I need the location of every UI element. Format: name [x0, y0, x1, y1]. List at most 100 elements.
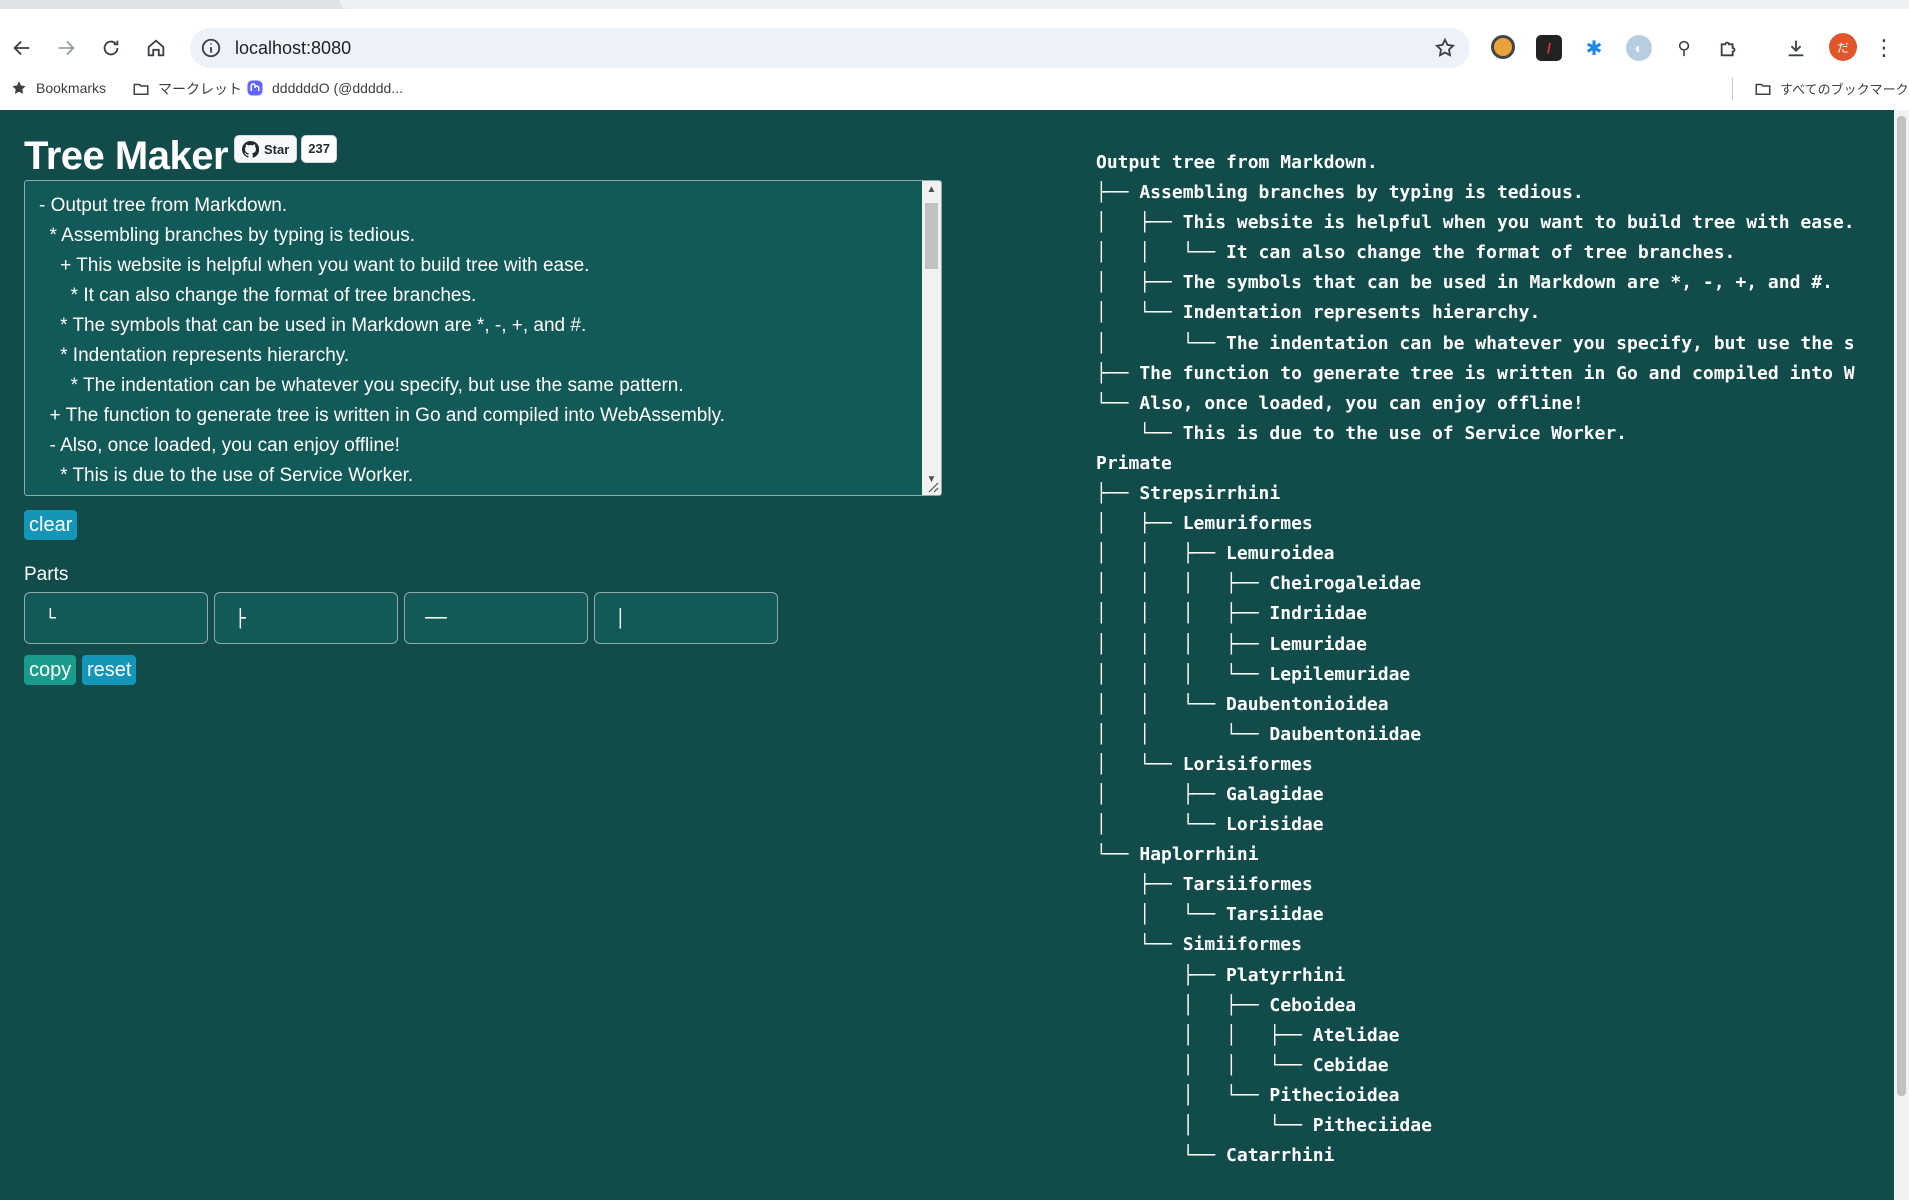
part-last-branch-input[interactable]: [25, 593, 207, 643]
part-last-branch-field[interactable]: [24, 592, 208, 644]
bookmark-bookmarks[interactable]: Bookmarks: [10, 79, 106, 97]
folder-icon: [1755, 83, 1771, 95]
part-horizontal-field[interactable]: [404, 592, 588, 644]
bookmark-label: すべてのブックマーク: [1780, 82, 1909, 97]
tree-output-line: └── Also, once loaded, you can enjoy off…: [1096, 392, 1584, 414]
bookmark-label: ddddddO (@ddddd...: [272, 80, 403, 96]
tree-output-line: │ │ └── It can also change the format of…: [1096, 242, 1736, 264]
url-text[interactable]: localhost:8080: [235, 38, 351, 59]
part-horizontal-input[interactable]: [405, 593, 587, 643]
tree-output-line: │ │ └── Cebidae: [1096, 1054, 1389, 1076]
tree-output-line: │ ├── This website is helpful when you w…: [1096, 212, 1855, 234]
tree-output-line: └── Simiiformes: [1096, 934, 1302, 956]
github-star-button[interactable]: Star: [234, 135, 298, 163]
bookmarks-separator: [1732, 78, 1733, 100]
tree-output-line: │ │ └── Daubentonioidea: [1096, 693, 1389, 715]
tree-output-line: │ ├── Ceboidea: [1096, 994, 1357, 1016]
part-branch-input[interactable]: [215, 593, 397, 643]
tree-output-line: │ ├── Galagidae: [1096, 783, 1324, 805]
markdown-line: * It can also change the format of tree …: [39, 285, 477, 306]
tree-output-line: │ └── Tarsiidae: [1096, 904, 1324, 926]
markdown-input[interactable]: - Output tree from Markdown. * Assemblin…: [24, 180, 942, 496]
tree-output-line: │ ├── The symbols that can be used in Ma…: [1096, 272, 1833, 294]
tree-output-line: ├── Tarsiiformes: [1096, 874, 1313, 896]
tree-output-line: ├── The function to generate tree is wri…: [1096, 362, 1855, 384]
extension-globe-icon[interactable]: ◐: [1626, 35, 1652, 61]
copy-button[interactable]: copy: [24, 655, 77, 685]
tree-output-line: │ └── Pitheciidae: [1096, 1115, 1432, 1136]
page-scrollbar[interactable]: [1894, 110, 1909, 1200]
tree-output-line: │ └── Lorisidae: [1096, 814, 1324, 836]
tree-output-line: │ │ │ ├── Cheirogaleidae: [1096, 573, 1422, 595]
tree-output-line: │ │ │ ├── Lemuridae: [1096, 633, 1367, 655]
github-star-widget: Star 237: [234, 135, 337, 163]
tree-output-line: │ └── Pithecioidea: [1096, 1084, 1400, 1106]
tree-output-line: ├── Assembling branches by typing is ted…: [1096, 182, 1584, 204]
reset-button[interactable]: reset: [82, 655, 137, 685]
tree-output-line: │ │ │ ├── Indriidae: [1096, 603, 1367, 625]
bookmark-label: Bookmarks: [36, 80, 107, 96]
tree-output-line: │ │ ├── Atelidae: [1096, 1024, 1400, 1046]
markdown-line: - Output tree from Markdown.: [39, 195, 288, 216]
part-vertical-field[interactable]: [594, 592, 778, 644]
markdown-line: * The symbols that can be used in Markdo…: [39, 315, 587, 336]
tree-output-line: └── Haplorrhini: [1096, 844, 1259, 866]
extension-record-icon[interactable]: [1491, 35, 1515, 59]
tree-output-line: ├── Strepsirrhini: [1096, 483, 1281, 505]
markdown-line: - Also, once loaded, you can enjoy offli…: [39, 435, 400, 456]
page-scrollbar-thumb[interactable]: [1897, 116, 1906, 1096]
back-icon[interactable]: [5, 31, 39, 65]
tree-output-line: ├── Platyrrhini: [1096, 964, 1346, 986]
site-info-icon[interactable]: [200, 37, 222, 59]
scrollbar-thumb[interactable]: [925, 203, 938, 269]
markdown-line: * This is due to the use of Service Work…: [39, 465, 414, 486]
browser-toolbar: localhost:8080 / ✱ ◐ ⚲ だ ⋮: [0, 9, 1909, 68]
tree-output-line: │ └── Indentation represents hierarchy.: [1096, 302, 1541, 324]
extensions-puzzle-icon[interactable]: [1716, 35, 1742, 61]
tree-output-line: Output tree from Markdown.: [1096, 152, 1378, 173]
bookmark-mastodon[interactable]: ddddddO (@ddddd...: [246, 79, 403, 97]
part-vertical-input[interactable]: [595, 593, 777, 643]
github-star-count[interactable]: 237: [301, 135, 337, 163]
tree-output-line: │ │ │ └── Lepilemuridae: [1096, 663, 1411, 685]
markdown-line: + This website is helpful when you want …: [39, 255, 590, 276]
clear-button[interactable]: clear: [24, 510, 78, 540]
profile-avatar[interactable]: だ: [1829, 33, 1857, 61]
markdown-line: * The indentation can be whatever you sp…: [39, 375, 684, 396]
part-branch-field[interactable]: [214, 592, 398, 644]
home-icon[interactable]: [139, 31, 173, 65]
bookmarks-bar: Bookmarks マークレット ddddddO (@ddddd... すべての…: [0, 68, 1909, 111]
star-icon: [12, 81, 26, 94]
markdown-line: * Indentation represents hierarchy.: [39, 345, 350, 366]
tree-output-line: Primate: [1096, 452, 1172, 474]
extension-slash-icon[interactable]: /: [1536, 35, 1562, 61]
extension-asterisk-icon[interactable]: ✱: [1581, 35, 1607, 61]
bookmark-marklet-folder[interactable]: マークレット: [132, 79, 242, 99]
forward-icon[interactable]: [49, 31, 83, 65]
active-tab[interactable]: [340, 0, 1909, 9]
address-bar[interactable]: localhost:8080: [190, 28, 1470, 68]
tree-output-line: │ │ ├── Lemuroidea: [1096, 543, 1335, 565]
markdown-input-scrollbar[interactable]: ▲ ▼: [922, 181, 941, 495]
github-star-label: Star: [264, 141, 290, 157]
scroll-up-arrow-icon[interactable]: ▲: [922, 181, 941, 199]
github-icon: [242, 140, 259, 158]
bookmark-star-icon[interactable]: [1434, 37, 1456, 59]
tree-output-line: │ └── The indentation can be whatever yo…: [1096, 332, 1855, 354]
extension-search-icon[interactable]: ⚲: [1671, 35, 1697, 61]
reload-icon[interactable]: [94, 31, 128, 65]
markdown-input-text[interactable]: - Output tree from Markdown. * Assemblin…: [25, 191, 920, 491]
mastodon-icon: [247, 80, 263, 96]
browser-menu-icon[interactable]: ⋮: [1873, 31, 1895, 65]
resize-grip-icon[interactable]: [925, 479, 939, 493]
markdown-line: + The function to generate tree is writt…: [39, 405, 725, 426]
tree-output-line: └── Catarrhini: [1096, 1145, 1335, 1167]
tree-output-line: │ │ └── Daubentoniidae: [1096, 723, 1422, 745]
tree-maker-page: Tree Maker Star 237 - Output tree from M…: [0, 110, 1894, 1200]
parts-label: Parts: [24, 564, 69, 585]
tree-output-line: │ ├── Lemuriformes: [1096, 513, 1313, 535]
page-title: Tree Maker: [24, 134, 229, 178]
download-icon[interactable]: [1783, 35, 1809, 61]
bookmark-all-bookmarks[interactable]: すべてのブックマーク: [1754, 79, 1909, 98]
bookmark-label: マークレット: [158, 81, 242, 97]
